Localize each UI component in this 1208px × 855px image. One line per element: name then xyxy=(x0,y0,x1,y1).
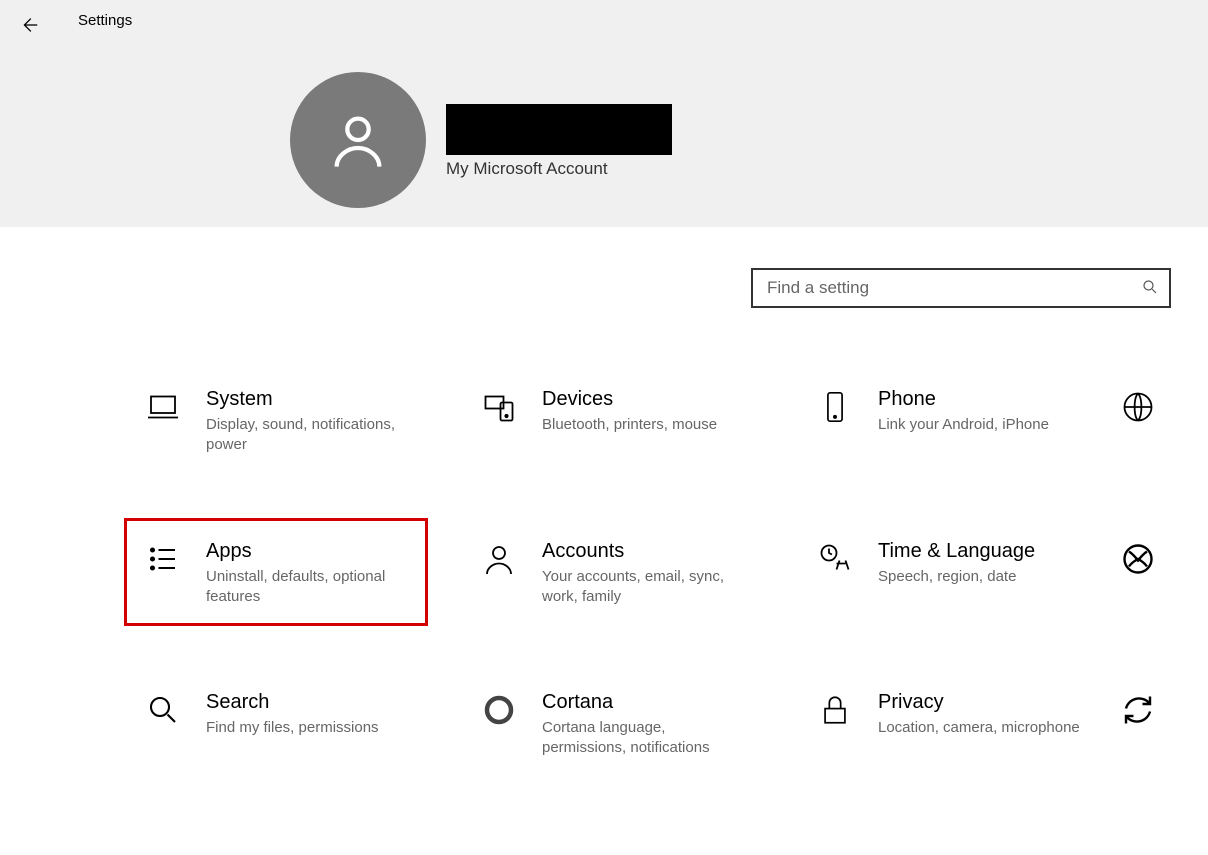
my-account-link[interactable]: My Microsoft Account xyxy=(446,159,672,179)
tile-accounts[interactable]: Accounts Your accounts, email, sync, wor… xyxy=(464,534,800,614)
tile-network-partial[interactable] xyxy=(1080,382,1180,462)
tile-desc: Cortana language, permissions, notificat… xyxy=(542,718,752,759)
profile-block: arijeetsarkar10@outlook.com My Microsoft… xyxy=(290,72,672,208)
back-button[interactable] xyxy=(18,14,42,38)
tile-desc: Find my files, permissions xyxy=(206,718,379,738)
tile-update-partial[interactable] xyxy=(1080,685,1180,765)
settings-grid: System Display, sound, notifications, po… xyxy=(128,382,1208,765)
tile-cortana[interactable]: Cortana Cortana language, permissions, n… xyxy=(464,685,800,765)
tile-desc: Speech, region, date xyxy=(878,567,1035,587)
tile-title: System xyxy=(206,388,416,411)
tile-search[interactable]: Search Find my files, permissions xyxy=(128,685,464,765)
laptop-icon xyxy=(144,388,182,426)
tile-title: Devices xyxy=(542,388,717,411)
magnifier-icon xyxy=(144,691,182,729)
window-title: Settings xyxy=(78,12,132,29)
settings-header: Settings arijeetsarkar10@outlook.com My … xyxy=(0,0,1208,227)
phone-icon xyxy=(816,388,854,426)
tile-time-language[interactable]: Time & Language Speech, region, date xyxy=(800,534,1080,614)
tile-phone[interactable]: Phone Link your Android, iPhone xyxy=(800,382,1080,462)
tile-desc: Uninstall, defaults, optional features xyxy=(206,567,416,608)
sync-icon xyxy=(1119,691,1157,729)
tile-title: Search xyxy=(206,691,379,714)
tile-title: Accounts xyxy=(542,540,752,563)
tile-title: Apps xyxy=(206,540,416,563)
time-language-icon xyxy=(816,540,854,578)
tile-title: Cortana xyxy=(542,691,752,714)
tile-title: Privacy xyxy=(878,691,1080,714)
tile-system[interactable]: System Display, sound, notifications, po… xyxy=(128,382,464,462)
search-container xyxy=(751,268,1171,308)
tile-desc: Your accounts, email, sync, work, family xyxy=(542,567,752,608)
search-input[interactable] xyxy=(751,268,1171,308)
redacted-name xyxy=(446,104,672,155)
apps-icon xyxy=(144,540,182,578)
tile-title: Phone xyxy=(878,388,1049,411)
tile-devices[interactable]: Devices Bluetooth, printers, mouse xyxy=(464,382,800,462)
tile-title: Time & Language xyxy=(878,540,1035,563)
avatar xyxy=(290,72,426,208)
lock-icon xyxy=(816,691,854,729)
xbox-icon xyxy=(1119,540,1157,578)
search-icon xyxy=(1141,278,1159,301)
devices-icon xyxy=(480,388,518,426)
globe-icon xyxy=(1119,388,1157,426)
tile-gaming-partial[interactable] xyxy=(1080,534,1180,614)
tile-desc: Link your Android, iPhone xyxy=(878,415,1049,435)
tile-desc: Bluetooth, printers, mouse xyxy=(542,415,717,435)
account-text: arijeetsarkar10@outlook.com My Microsoft… xyxy=(446,72,672,179)
tile-apps[interactable]: Apps Uninstall, defaults, optional featu… xyxy=(128,534,464,614)
tile-privacy[interactable]: Privacy Location, camera, microphone xyxy=(800,685,1080,765)
tile-desc: Location, camera, microphone xyxy=(878,718,1080,738)
cortana-icon xyxy=(480,691,518,729)
tile-desc: Display, sound, notifications, power xyxy=(206,415,416,456)
person-icon xyxy=(480,540,518,578)
